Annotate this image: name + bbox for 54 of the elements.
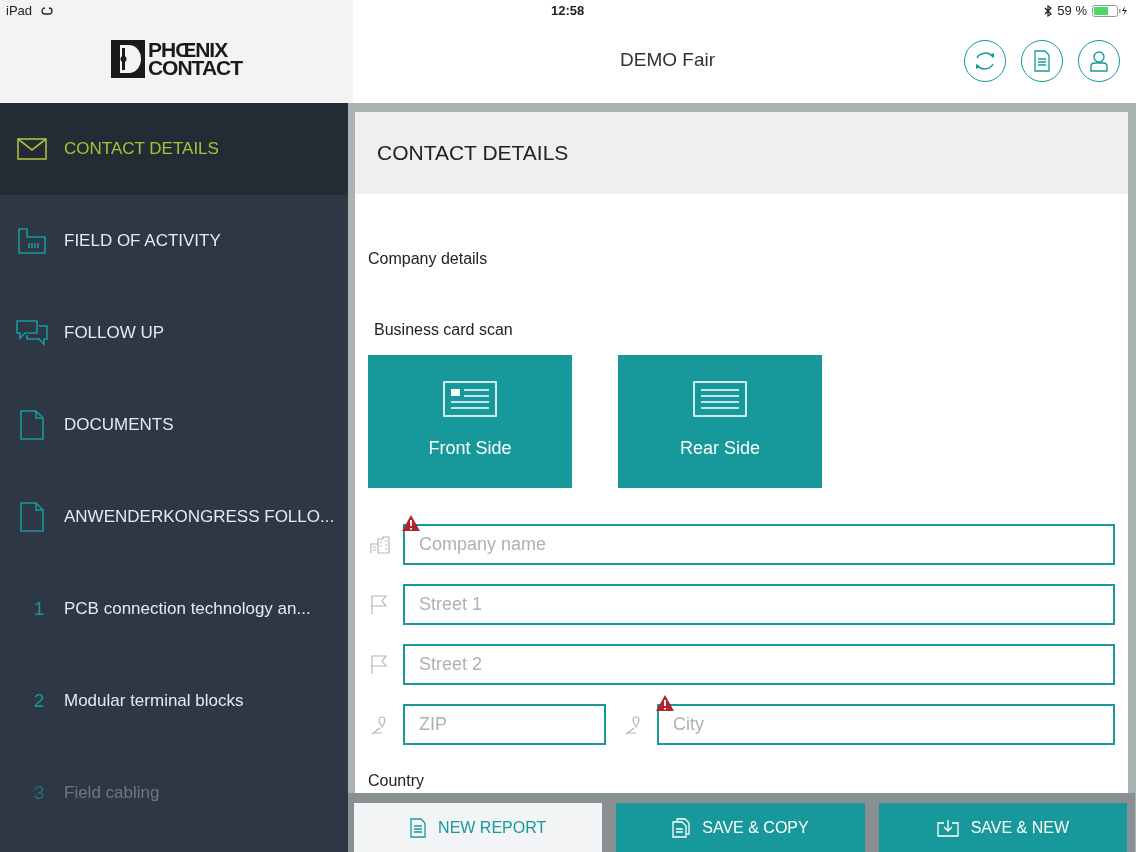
sidebar-item-label: FOLLOW UP [64, 322, 165, 345]
copy-documents-icon [672, 817, 691, 838]
page-title: DEMO Fair [620, 48, 715, 73]
logo-text: PHŒNIX [147, 40, 229, 59]
document-icon [19, 410, 45, 440]
bluetooth-icon [1044, 5, 1053, 17]
input-field[interactable]: Company name [403, 524, 1115, 565]
flag-icon [370, 654, 388, 675]
sidebar-item-label: ANWENDERKONGRESS FOLLO... [64, 506, 335, 529]
item-number: 2 [33, 688, 45, 713]
section-heading: Business card scan [374, 320, 514, 340]
business-card-icon [443, 381, 497, 417]
sidebar-item-label: CONTACT DETAILS [64, 138, 219, 161]
sidebar-item-label: Field cabling [64, 782, 160, 805]
input-field[interactable]: Street 2 [403, 644, 1115, 685]
sidebar-item-label: Modular terminal blocks [64, 690, 244, 713]
input-field[interactable]: Street 1 [403, 584, 1115, 625]
battery-icon [1092, 5, 1128, 17]
field-label: Country [368, 771, 426, 791]
document-icon [1034, 49, 1050, 72]
factory-icon [17, 227, 47, 255]
warning-icon [401, 514, 421, 532]
buildings-icon [370, 535, 390, 554]
document-icon [410, 817, 427, 838]
item-number: 1 [33, 596, 45, 621]
sidebar-item-label: FIELD OF ACTIVITY [64, 230, 221, 253]
sidebar-item[interactable]: FIELD OF ACTIVITY [0, 195, 348, 287]
logo-text: CONTACT [147, 58, 243, 77]
sidebar-item[interactable]: 2 Modular terminal blocks [0, 655, 348, 747]
input-field[interactable]: ZIP [403, 704, 606, 745]
sidebar-item[interactable]: DOCUMENTS [0, 379, 348, 471]
sidebar-item[interactable]: FOLLOW UP [0, 287, 348, 379]
card-title: CONTACT DETAILS [377, 140, 569, 167]
sync-arrows-icon [973, 49, 997, 72]
link-icon [40, 6, 55, 16]
input-field[interactable]: City [657, 704, 1115, 745]
flag-icon [370, 594, 388, 615]
device-name: iPad [6, 2, 33, 21]
user-icon [1089, 49, 1109, 72]
download-tray-icon [936, 818, 959, 837]
chat-bubbles-icon [16, 320, 48, 346]
sidebar-item[interactable]: 1 PCB connection technology an... [0, 563, 348, 655]
sidebar-item[interactable]: CONTACT DETAILS [0, 103, 348, 195]
section-heading: Company details [368, 249, 489, 269]
logo-mark-icon [110, 39, 145, 78]
document-icon [19, 502, 45, 532]
business-card-icon [693, 381, 747, 417]
battery-percent: 59 % [1057, 2, 1087, 21]
sidebar-item-label: DOCUMENTS [64, 414, 174, 437]
warning-icon [655, 694, 675, 712]
envelope-icon [17, 138, 47, 160]
sidebar-item-label: PCB connection technology an... [64, 598, 311, 621]
clock: 12:58 [551, 2, 585, 21]
sidebar-item[interactable]: ANWENDERKONGRESS FOLLO... [0, 471, 348, 563]
